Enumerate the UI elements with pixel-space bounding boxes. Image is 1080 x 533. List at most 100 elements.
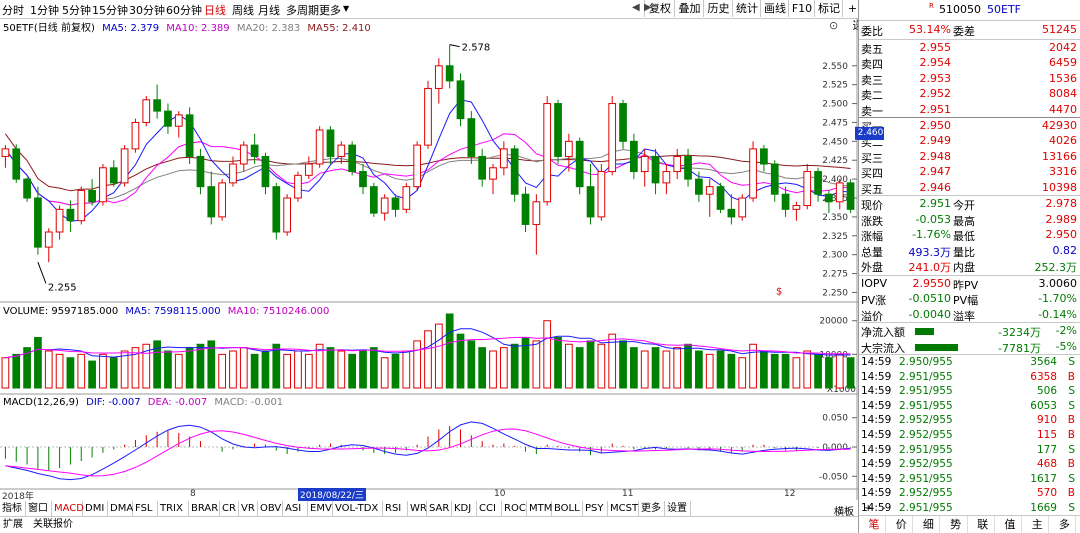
period-tab-3[interactable]: 15分钟 (92, 2, 128, 18)
more-arrow-icon[interactable]: ▼ (343, 4, 349, 13)
indicator-tab-7[interactable]: BRAR (189, 501, 220, 517)
quote-tab-1[interactable]: 价 (890, 516, 914, 533)
volume-bar (261, 350, 270, 389)
volume-bar (792, 357, 801, 389)
indicator-tab-20[interactable]: MTM (527, 501, 552, 517)
chart-settings-icon[interactable]: ⊙ (829, 19, 838, 32)
candle-body (44, 231, 53, 248)
toolbar-button-3[interactable]: 统计 (732, 0, 761, 17)
price-tick-label: 2.350 (822, 213, 848, 223)
indicator-tab-6[interactable]: TRIX (158, 501, 189, 517)
trade-row: 14:59 2.951/955 6358 B (859, 370, 1080, 386)
candle-body (619, 103, 627, 142)
indicator-tab-4[interactable]: DMA (108, 501, 133, 517)
dea-legend: DEA: -0.007 (147, 397, 208, 408)
volume-bar (272, 343, 281, 389)
indicator-tab-0[interactable]: 指标 (0, 501, 26, 517)
bottom-tab-0[interactable]: 扩展 (0, 517, 26, 533)
zoom-out-button[interactable]: - (880, 501, 888, 517)
ask-price[interactable]: 2.951 (920, 103, 952, 116)
stat-label: 内盘 (953, 261, 975, 275)
scroll-right-icon[interactable]: ▶ (644, 2, 652, 13)
price-tick-label: 2.425 (822, 156, 848, 166)
bid-price[interactable]: 2.947 (920, 165, 952, 178)
period-tab-1[interactable]: 1分钟 (30, 2, 59, 18)
indicator-tab-2[interactable]: MACD (52, 501, 84, 517)
kline-chart[interactable]: 2.5502.5252.5002.4752.4502.4252.4002.375… (0, 18, 858, 500)
period-tab-4[interactable]: 30分钟 (129, 2, 165, 18)
bid-volume: 13166 (1042, 149, 1077, 163)
indicator-tab-25[interactable]: 设置 (665, 501, 691, 517)
period-tab-9[interactable]: 多周期 (286, 2, 319, 18)
ask-price[interactable]: 2.952 (920, 87, 952, 100)
candle-body (434, 65, 443, 89)
indicator-tab-23[interactable]: MCST (608, 501, 639, 517)
candle-body (554, 103, 562, 157)
volume-bar (478, 347, 487, 389)
period-tab-10[interactable]: 更多 (319, 2, 341, 18)
trade-price: 2.952/955 (899, 429, 953, 441)
quote-tab-2[interactable]: 细 (917, 516, 941, 533)
indicator-tab-13[interactable]: VOL-TDX (333, 501, 383, 517)
indicator-tab-3[interactable]: DMI (83, 501, 108, 517)
indicator-tab-18[interactable]: CCI (477, 501, 502, 517)
indicator-tab-16[interactable]: SAR (427, 501, 452, 517)
period-tab-7[interactable]: 周线 (232, 2, 254, 18)
quote-tab-4[interactable]: 联 (972, 516, 995, 533)
toolbar-button-1[interactable]: 叠加 (674, 0, 704, 17)
indicator-tab-5[interactable]: FSL (133, 501, 158, 517)
date-month-10: 10 (494, 489, 506, 499)
iopv-value: -0.0040 (908, 307, 951, 321)
indicator-tab-21[interactable]: BOLL (552, 501, 583, 517)
indicator-tab-9[interactable]: VR (239, 501, 258, 517)
dividend-marker-icon[interactable]: $ (776, 286, 782, 297)
indicator-tab-14[interactable]: RSI (383, 501, 408, 517)
volume-bar (597, 343, 606, 389)
indicator-tab-19[interactable]: ROC (502, 501, 527, 517)
indicator-tab-22[interactable]: PSY (583, 501, 608, 517)
indicator-tab-1[interactable]: 窗口 (26, 501, 52, 517)
scroll-left-icon[interactable]: ◀ (632, 2, 640, 13)
bid-price[interactable]: 2.950 (920, 119, 952, 132)
period-tab-6[interactable]: 日线 (204, 2, 226, 18)
ask-price[interactable]: 2.955 (920, 41, 952, 54)
period-tab-2[interactable]: 5分钟 (62, 2, 91, 18)
indicator-tab-12[interactable]: EMV (308, 501, 333, 517)
bid-price[interactable]: 2.946 (920, 181, 952, 194)
ask-price[interactable]: 2.954 (920, 56, 952, 69)
indicator-tab-17[interactable]: KDJ (452, 501, 477, 517)
ask-price[interactable]: 2.953 (920, 72, 952, 85)
quote-tab-0[interactable]: 笔 (863, 516, 886, 533)
bid-price[interactable]: 2.949 (920, 134, 952, 147)
bottom-tab-1[interactable]: 关联报价 (30, 517, 76, 533)
toolbar-button-5[interactable]: F10 (788, 0, 815, 17)
period-tab-5[interactable]: 60分钟 (166, 2, 202, 18)
toolbar-button-4[interactable]: 画线 (760, 0, 789, 17)
period-tab-8[interactable]: 月线 (258, 2, 280, 18)
quote-tab-6[interactable]: 主 (1026, 516, 1050, 533)
period-tab-0[interactable]: 分时 (2, 2, 24, 18)
bid-price[interactable]: 2.948 (920, 150, 952, 163)
candle-body (261, 155, 270, 188)
quote-tab-7[interactable]: 多 (1053, 516, 1077, 533)
candle-body (803, 171, 812, 207)
max-price-label: 2.578 (462, 43, 491, 54)
volume-bar (391, 353, 400, 389)
macd-tick-label: 0.050 (822, 414, 848, 424)
quote-tab-5[interactable]: 值 (999, 516, 1022, 533)
volume-bar (510, 343, 519, 389)
zoom-in-button[interactable]: + (862, 501, 874, 517)
indicator-tab-15[interactable]: WR (408, 501, 427, 517)
volume-bar (467, 340, 476, 389)
indicator-tab-24[interactable]: 更多 (639, 501, 665, 517)
trade-side: B (1067, 458, 1075, 471)
quote-tab-3[interactable]: 势 (945, 516, 968, 533)
trade-volume: 1617 (1030, 472, 1057, 485)
volume-bar (413, 340, 422, 389)
toolbar-button-6[interactable]: 标记 (814, 0, 843, 17)
indicator-tab-10[interactable]: OBV (258, 501, 283, 517)
volume-bar (434, 323, 443, 389)
indicator-tab-11[interactable]: ASI (283, 501, 308, 517)
toolbar-button-2[interactable]: 历史 (703, 0, 733, 17)
indicator-tab-8[interactable]: CR (220, 501, 239, 517)
